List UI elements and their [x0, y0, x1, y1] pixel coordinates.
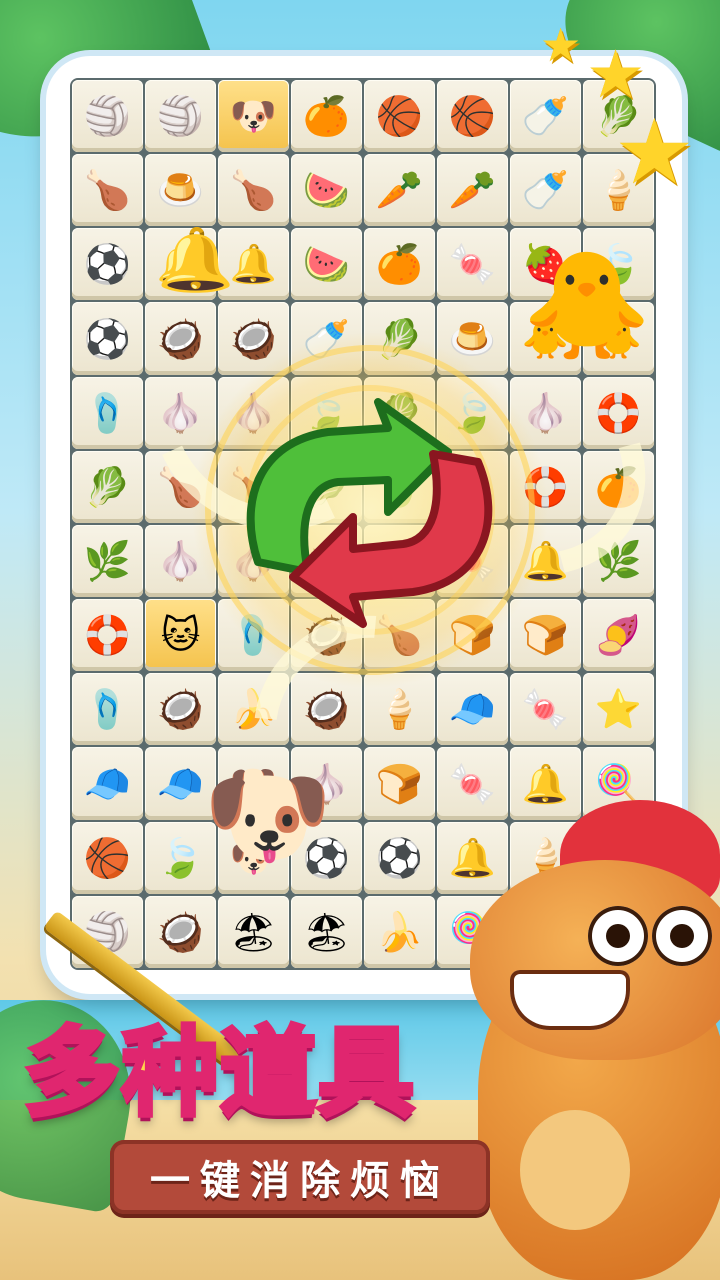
tile-basketball[interactable]: 🏀: [437, 80, 508, 153]
cabbage-icon: 🥬: [83, 464, 132, 509]
mascot-eye-right: [652, 906, 712, 966]
tile-bell[interactable]: 🔔: [437, 821, 508, 894]
tile-baby-bottle[interactable]: 🍼: [510, 154, 581, 227]
floating-corgi-tile: 🐶: [203, 755, 333, 878]
carrot-icon: 🥕: [448, 168, 497, 213]
tile-carrot[interactable]: 🥕: [437, 154, 508, 227]
tile-beach-ball[interactable]: 🏐: [72, 80, 143, 153]
tile-cat[interactable]: 🐱: [145, 599, 216, 672]
watermelon-icon: 🍉: [302, 168, 351, 213]
bread-icon: 🍞: [521, 613, 570, 658]
candy-icon: 🍬: [448, 242, 497, 287]
sweet-potato-icon: 🍠: [594, 613, 643, 658]
carrot-icon: 🥕: [375, 168, 424, 213]
basketball-icon: 🏀: [448, 94, 497, 139]
starfish-icon: ⭐: [594, 687, 643, 732]
bell-icon: 🔔: [448, 835, 497, 880]
tile-candy[interactable]: 🍬: [510, 673, 581, 746]
tile-flip-flop[interactable]: 🩴: [72, 376, 143, 449]
coconut-icon: 🥥: [156, 909, 205, 954]
tile-flip-flop[interactable]: 🩴: [72, 673, 143, 746]
drumstick-icon: 🍗: [229, 168, 278, 213]
tile-drumstick[interactable]: 🍗: [72, 154, 143, 227]
candy-icon: 🍬: [448, 761, 497, 806]
cat-icon: 🐱: [160, 613, 201, 658]
banana-icon: 🍌: [375, 909, 424, 954]
tile-soccer-ball[interactable]: ⚽: [72, 228, 143, 301]
mascot-eye-left: [588, 906, 648, 966]
tile-baby-bottle[interactable]: 🍼: [510, 80, 581, 153]
tile-soccer-ball[interactable]: ⚽: [364, 821, 435, 894]
tile-sweet-potato[interactable]: 🍠: [583, 599, 654, 672]
tile-basketball[interactable]: 🏀: [72, 821, 143, 894]
tile-corgi[interactable]: 🐶: [218, 80, 289, 153]
promo-subtitle: 一键消除烦恼: [150, 1158, 450, 1204]
tile-life-ring[interactable]: 🛟: [72, 599, 143, 672]
lollipop-icon: 🍭: [594, 761, 643, 806]
tile-deck-chair[interactable]: 🏖: [218, 895, 289, 968]
tile-coconut[interactable]: 🥥: [145, 895, 216, 968]
soccer-ball-icon: ⚽: [375, 835, 424, 880]
coconut-icon: 🥥: [156, 687, 205, 732]
life-ring-icon: 🛟: [83, 613, 132, 658]
tile-orange-slice[interactable]: 🍊: [364, 228, 435, 301]
drumstick-icon: 🍗: [83, 168, 132, 213]
promo-ribbon: 一键消除烦恼: [110, 1140, 490, 1214]
tile-cap[interactable]: 🧢: [72, 747, 143, 820]
tile-banana[interactable]: 🍌: [364, 895, 435, 968]
floating-bell-tile: 🔔: [157, 223, 235, 296]
tile-deck-chair[interactable]: 🏖: [291, 895, 362, 968]
tile-orange-slice[interactable]: 🍊: [291, 80, 362, 153]
tile-grass[interactable]: 🌿: [72, 524, 143, 598]
tile-candy[interactable]: 🍬: [437, 228, 508, 301]
star-icon: ★: [540, 18, 582, 72]
pudding-icon: 🍮: [156, 168, 205, 213]
tile-beach-ball[interactable]: 🏐: [145, 80, 216, 153]
tile-carrot[interactable]: 🥕: [364, 154, 435, 227]
tile-soccer-ball[interactable]: ⚽: [72, 302, 143, 375]
basketball-icon: 🏀: [375, 94, 424, 139]
candy-icon: 🍬: [521, 687, 570, 732]
mascot-mouth: [510, 970, 630, 1030]
tile-pudding[interactable]: 🍮: [145, 154, 216, 227]
deck-chair-icon: 🏖: [229, 909, 278, 954]
tile-bell[interactable]: 🔔: [510, 747, 581, 820]
tile-watermelon[interactable]: 🍉: [291, 154, 362, 227]
tile-basketball[interactable]: 🏀: [364, 80, 435, 153]
bell-icon: 🔔: [521, 761, 570, 806]
mascot-belly: [520, 1110, 630, 1230]
orange-slice-icon: 🍊: [302, 94, 351, 139]
cap-icon: 🧢: [83, 761, 132, 806]
deck-chair-icon: 🏖: [302, 909, 351, 954]
floating-chick-tile: 🐥: [522, 243, 652, 366]
orange-slice-icon: 🍊: [375, 242, 424, 287]
corgi-icon: 🐶: [229, 94, 278, 139]
soccer-ball-icon: ⚽: [83, 316, 132, 361]
tile-coconut[interactable]: 🥥: [145, 673, 216, 746]
grass-icon: 🌿: [83, 539, 132, 584]
soccer-ball-icon: ⚽: [83, 242, 132, 287]
flip-flop-icon: 🩴: [83, 687, 132, 732]
baby-bottle-icon: 🍼: [521, 168, 570, 213]
tile-starfish[interactable]: ⭐: [583, 673, 654, 746]
tile-bread[interactable]: 🍞: [510, 599, 581, 672]
promo-headline: 多种道具: [22, 1015, 417, 1132]
beach-ball-icon: 🏐: [83, 94, 132, 139]
basketball-icon: 🏀: [83, 835, 132, 880]
shuffle-icon[interactable]: [228, 392, 508, 632]
beach-ball-icon: 🏐: [156, 94, 205, 139]
baby-bottle-icon: 🍼: [521, 94, 570, 139]
star-icon: ★: [614, 100, 695, 205]
tile-cabbage[interactable]: 🥬: [72, 450, 143, 523]
flip-flop-icon: 🩴: [83, 390, 132, 435]
tile-drumstick[interactable]: 🍗: [218, 154, 289, 227]
